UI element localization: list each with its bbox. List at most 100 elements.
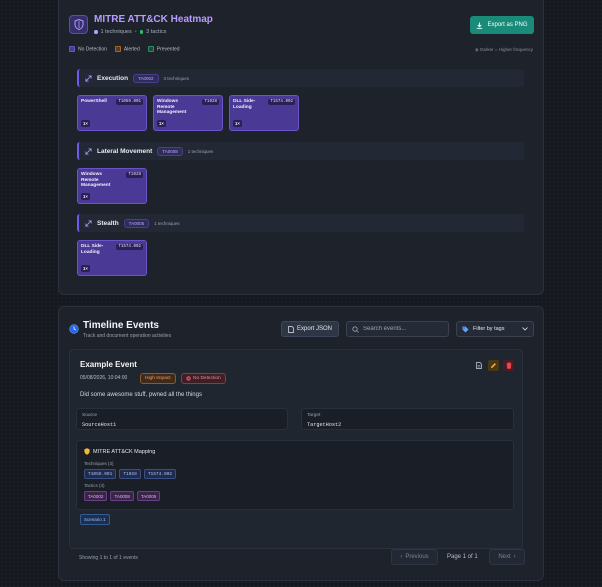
heatmap-meta: 1 techniques • 3 tactics: [94, 29, 166, 35]
tactics-label: Tactics (3): [84, 483, 105, 488]
expand-icon: [85, 219, 92, 227]
page-indicator: Page 1 of 1: [447, 554, 478, 560]
legend-swatch: [114, 46, 121, 52]
timeline-subtitle: Track and document operation activities: [83, 333, 172, 339]
source-value: SourceHost1: [82, 422, 117, 428]
previous-page-button[interactable]: ‹ Previous: [391, 549, 438, 565]
trash-icon: [506, 362, 511, 369]
timeline-title: Timeline Events: [83, 320, 159, 331]
legend-hint-text: Darker = Higher frequency: [480, 47, 533, 52]
detection-badge-label: No Detection: [193, 376, 221, 381]
technique-card-powershell[interactable]: PowerShell T1059.001 1×: [77, 95, 147, 131]
technique-name: DLL Side-Loading: [233, 99, 256, 110]
legend-swatch: [147, 46, 154, 52]
technique-card-dll-side-loading[interactable]: DLL Side-Loading T1574.002 1×: [77, 240, 147, 276]
technique-id: T1574.002: [116, 244, 143, 250]
technique-name: Windows Remote Management: [81, 172, 111, 189]
search-icon: [352, 325, 359, 333]
technique-card-dll-side-loading[interactable]: DLL Side-Loading T1574.002 1×: [229, 95, 299, 131]
technique-name: DLL Side-Loading: [81, 244, 104, 255]
tactic-pill: TA0008: [110, 491, 134, 501]
detection-badge: No Detection: [181, 373, 226, 384]
tactic-technique-count: 1 techniques: [154, 220, 180, 226]
view-json-button[interactable]: [473, 360, 484, 371]
expand-icon: [85, 74, 92, 82]
tactic-id-badge: TA0008: [157, 146, 183, 156]
tactic-name: Lateral Movement: [97, 147, 153, 155]
search-input[interactable]: [363, 326, 448, 332]
technique-count: 1×: [81, 265, 90, 272]
tactic-pill: TA0002: [84, 491, 108, 501]
tactic-name: Execution: [97, 74, 129, 82]
tactics-dot-icon: [139, 30, 144, 34]
impact-badge: High Impact: [140, 373, 176, 384]
technique-pills: T1059.001 T1028 T1574.002: [84, 469, 177, 479]
legend-no-detection: No Detection: [69, 46, 107, 52]
target-value: TargetHost2: [307, 422, 342, 428]
search-box[interactable]: [346, 321, 449, 337]
legend-prevented: Prevented: [147, 46, 180, 53]
technique-pill: T1028: [119, 469, 141, 479]
heatmap-legend: No Detection Alerted Prevented: [69, 46, 180, 52]
target-label: Target: [307, 413, 321, 418]
download-icon: [477, 22, 483, 29]
heatmap-title: MITRE ATT&CK Heatmap: [94, 14, 213, 25]
technique-count: 1×: [157, 120, 166, 127]
event-description: Did some awesome stuff, pwned all the th…: [80, 392, 202, 398]
legend-alerted: Alerted: [114, 46, 140, 52]
next-label: Next: [498, 554, 511, 560]
legend-label: Prevented: [156, 46, 180, 53]
previous-label: Previous: [405, 554, 429, 560]
tactic-name: Stealth: [97, 219, 119, 227]
tactic-pill: TA0005: [136, 491, 161, 501]
technique-name: Windows Remote Management: [157, 99, 187, 116]
x-circle-icon: [186, 376, 191, 381]
tag-icon: [462, 326, 469, 332]
export-png-button[interactable]: Export as PNG: [470, 16, 534, 34]
export-json-button[interactable]: Export JSON: [281, 321, 339, 337]
edit-button[interactable]: [488, 360, 499, 371]
filter-label: Filter by tags: [473, 326, 505, 332]
chevron-right-icon: ›: [513, 554, 516, 560]
filter-by-tags-select[interactable]: Filter by tags: [456, 321, 534, 337]
mitre-mapping-title: MITRE ATT&CK Mapping: [84, 448, 155, 455]
target-field: Target TargetHost2: [301, 408, 514, 430]
mitre-mapping-box: MITRE ATT&CK Mapping Techniques (3) T105…: [76, 440, 514, 510]
legend-swatch: [69, 46, 75, 52]
pencil-icon: [491, 363, 496, 368]
export-json-label: Export JSON: [296, 326, 332, 332]
file-icon: [288, 325, 294, 333]
technique-card-winrm[interactable]: Windows Remote Management T1028 1×: [153, 95, 223, 131]
source-field: Source SourceHost1: [76, 408, 288, 430]
tactics-count: 3 tactics: [146, 29, 167, 35]
heatmap-panel: MITRE ATT&CK Heatmap 1 techniques • 3 ta…: [58, 0, 544, 295]
tactic-technique-count: 1 techniques: [187, 148, 214, 154]
techniques-label: Techniques (3): [84, 461, 114, 466]
next-page-button[interactable]: Next ›: [489, 549, 525, 565]
tactic-header-lateral-movement[interactable]: Lateral Movement TA0008 1 techniques: [77, 142, 524, 160]
tactic-header-execution[interactable]: Execution TA0002 3 techniques: [77, 69, 524, 87]
technique-pill: T1574.002: [143, 469, 177, 479]
technique-pill: T1059.001: [84, 469, 117, 479]
pagination-info: Showing 1 to 1 of 1 events: [79, 555, 138, 561]
tactic-id-badge: TA0005: [123, 218, 150, 228]
technique-count: 1×: [81, 120, 90, 127]
timeline-panel: Timeline Events Track and document opera…: [58, 306, 544, 581]
technique-count: 1×: [233, 120, 242, 127]
legend-label: No Detection: [78, 46, 107, 53]
mitre-mapping-label: MITRE ATT&CK Mapping: [93, 448, 156, 455]
techniques-count: 1 techniques: [100, 29, 132, 35]
document-icon: [475, 362, 482, 369]
scenario-tag: Scenario 1: [80, 514, 110, 525]
techniques-dot-icon: [94, 30, 98, 34]
tactic-header-stealth[interactable]: Stealth TA0005 1 techniques: [77, 214, 524, 232]
tactic-pills: TA0002 TA0008 TA0005: [84, 491, 161, 501]
delete-button[interactable]: [503, 360, 514, 371]
technique-id: T1028: [202, 99, 219, 105]
technique-name: PowerShell: [81, 99, 107, 104]
chevron-down-icon: [522, 327, 528, 331]
shield-icon: [69, 15, 88, 34]
technique-card-winrm[interactable]: Windows Remote Management T1028 1×: [77, 168, 147, 204]
technique-id: T1574.002: [268, 99, 295, 105]
technique-id: T1059.001: [116, 99, 143, 105]
